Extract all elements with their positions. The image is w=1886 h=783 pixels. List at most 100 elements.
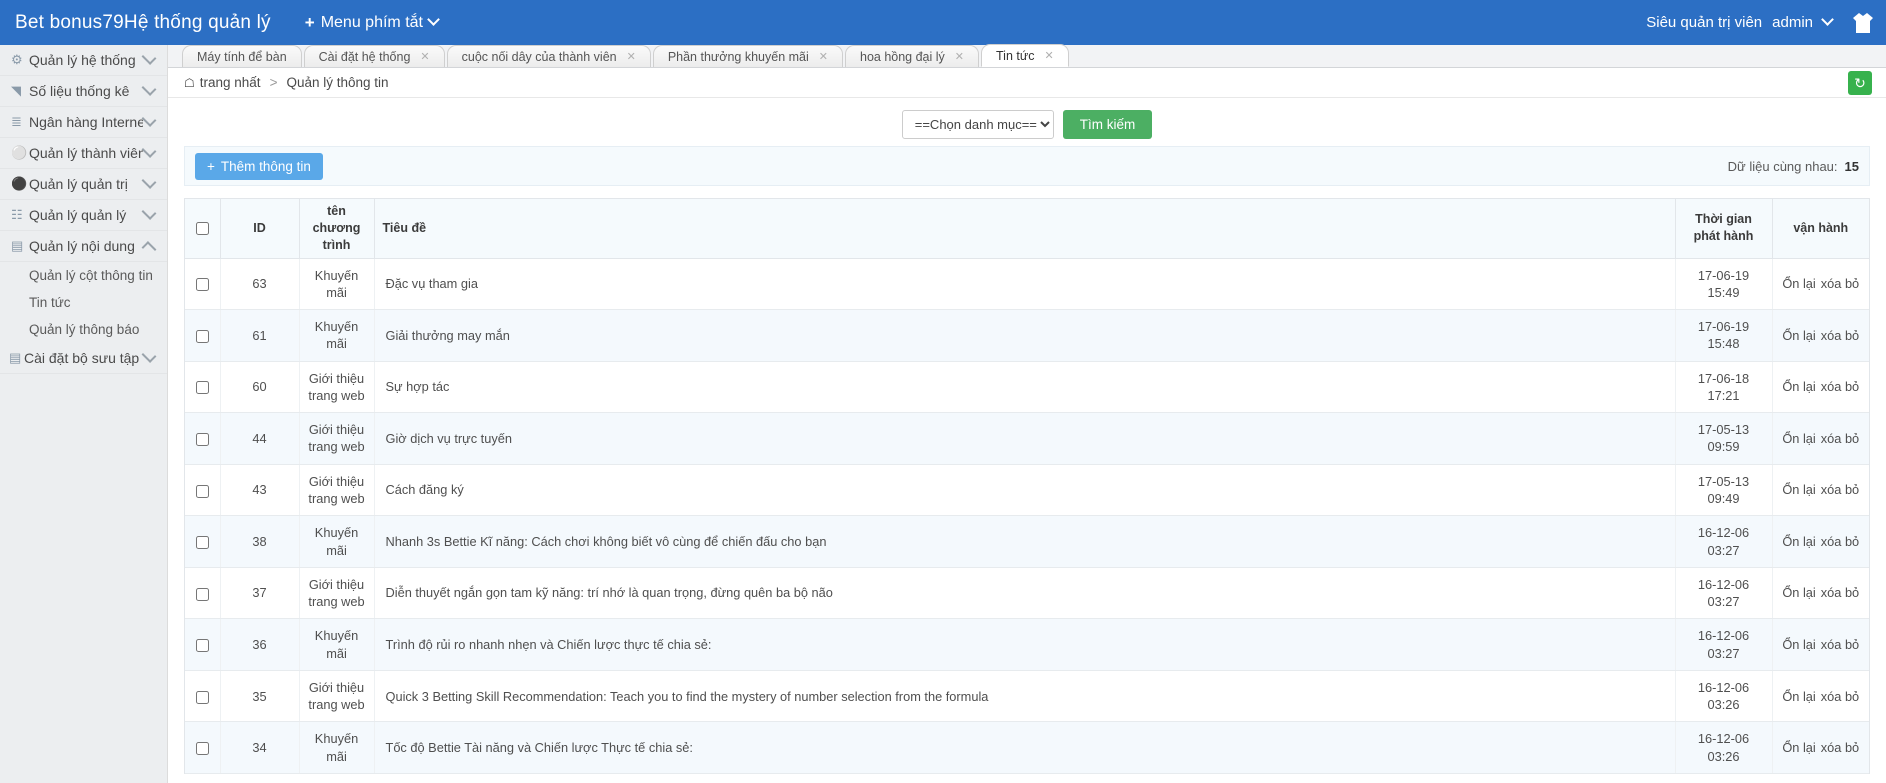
delete-link[interactable]: xóa bỏ xyxy=(1821,534,1859,549)
table-row[interactable]: 63 Khuyến mãi Đặc vụ tham gia 17-06-19 1… xyxy=(185,258,1869,310)
row-checkbox[interactable] xyxy=(196,433,209,446)
tab-tin-tuc[interactable]: Tin tức ✕ xyxy=(981,44,1069,67)
news-table: ID tên chương trình Tiêu đề Thời gian ph… xyxy=(185,199,1869,774)
row-title: Trình độ rủi ro nhanh nhẹn và Chiến lược… xyxy=(374,619,1675,671)
row-checkbox[interactable] xyxy=(196,536,209,549)
delete-link[interactable]: xóa bỏ xyxy=(1821,482,1859,497)
refresh-button[interactable]: ↻ xyxy=(1848,71,1872,95)
close-icon[interactable]: ✕ xyxy=(1044,49,1053,62)
row-time: 16-12-06 03:26 xyxy=(1675,722,1772,774)
delete-link[interactable]: xóa bỏ xyxy=(1821,328,1859,343)
row-program: Giới thiệu trang web xyxy=(299,413,374,465)
shortcut-menu-button[interactable]: + Menu phím tắt xyxy=(305,13,438,33)
row-checkbox[interactable] xyxy=(196,381,209,394)
enable-link[interactable]: Ổn lại xyxy=(1782,585,1815,600)
delete-link[interactable]: xóa bỏ xyxy=(1821,276,1859,291)
sidebar-item-noi-dung[interactable]: ▤ Quản lý nội dung xyxy=(0,231,167,262)
tab-phan-thuong-khuyen-mai[interactable]: Phần thưởng khuyến mãi ✕ xyxy=(653,45,843,67)
row-checkbox[interactable] xyxy=(196,639,209,652)
close-icon[interactable]: ✕ xyxy=(819,50,828,63)
enable-link[interactable]: Ổn lại xyxy=(1782,276,1815,291)
shirt-icon[interactable] xyxy=(1850,12,1876,34)
delete-link[interactable]: xóa bỏ xyxy=(1821,585,1859,600)
tab-label: Tin tức xyxy=(996,49,1034,63)
table-row[interactable]: 37 Giới thiệu trang web Diễn thuyết ngắn… xyxy=(185,567,1869,619)
chevron-down-icon xyxy=(142,205,157,220)
category-select[interactable]: ==Chọn danh mục== xyxy=(902,110,1054,139)
add-info-button[interactable]: + Thêm thông tin xyxy=(195,153,323,180)
close-icon[interactable]: ✕ xyxy=(955,50,964,63)
row-title: Tốc độ Bettie Tài năng và Chiến lược Thự… xyxy=(374,722,1675,774)
app-brand-title: Bet bonus79Hệ thống quản lý xyxy=(15,12,271,34)
enable-link[interactable]: Ổn lại xyxy=(1782,328,1815,343)
enable-link[interactable]: Ổn lại xyxy=(1782,637,1815,652)
row-id: 63 xyxy=(220,258,299,310)
row-title: Giải thưởng may mắn xyxy=(374,310,1675,362)
row-title: Giờ dịch vụ trực tuyến xyxy=(374,413,1675,465)
enable-link[interactable]: Ổn lại xyxy=(1782,740,1815,755)
sidebar-item-quan-tri[interactable]: ⚫ Quản lý quản trị xyxy=(0,169,167,200)
row-id: 35 xyxy=(220,670,299,722)
table-row[interactable]: 38 Khuyến mãi Nhanh 3s Bettie Kĩ năng: C… xyxy=(185,516,1869,568)
header-id[interactable]: ID xyxy=(220,199,299,258)
sidebar-item-thong-ke[interactable]: ◥ Số liệu thống kê xyxy=(0,76,167,107)
header-program[interactable]: tên chương trình xyxy=(299,199,374,258)
header-title[interactable]: Tiêu đề xyxy=(374,199,1675,258)
row-checkbox[interactable] xyxy=(196,278,209,291)
row-ops: Ổn lại xóa bỏ xyxy=(1772,310,1869,362)
close-icon[interactable]: ✕ xyxy=(627,50,636,63)
enable-link[interactable]: Ổn lại xyxy=(1782,482,1815,497)
enable-link[interactable]: Ổn lại xyxy=(1782,431,1815,446)
row-ops: Ổn lại xóa bỏ xyxy=(1772,567,1869,619)
enable-link[interactable]: Ổn lại xyxy=(1782,534,1815,549)
delete-link[interactable]: xóa bỏ xyxy=(1821,431,1859,446)
sidebar-subitem-tin-tuc[interactable]: Tin tức xyxy=(0,289,167,316)
row-ops: Ổn lại xóa bỏ xyxy=(1772,464,1869,516)
close-icon[interactable]: ✕ xyxy=(420,50,429,63)
table-row[interactable]: 36 Khuyến mãi Trình độ rủi ro nhanh nhẹn… xyxy=(185,619,1869,671)
table-row[interactable]: 35 Giới thiệu trang web Quick 3 Betting … xyxy=(185,670,1869,722)
row-checkbox[interactable] xyxy=(196,485,209,498)
sidebar-item-thanh-vien[interactable]: ⚪ Quản lý thành viên xyxy=(0,138,167,169)
header-time[interactable]: Thời gian phát hành xyxy=(1675,199,1772,258)
sidebar-item-quan-ly[interactable]: ☷ Quản lý quản lý xyxy=(0,200,167,231)
tab-cai-dat-he-thong[interactable]: Cài đặt hệ thống ✕ xyxy=(304,45,445,67)
sidebar-subitem-cot-thong-tin[interactable]: Quản lý cột thông tin xyxy=(0,262,167,289)
row-checkbox[interactable] xyxy=(196,588,209,601)
table-row[interactable]: 34 Khuyến mãi Tốc độ Bettie Tài năng và … xyxy=(185,722,1869,774)
tab-may-tinh-de-ban[interactable]: Máy tính để bàn xyxy=(182,45,302,67)
table-row[interactable]: 60 Giới thiệu trang web Sự hợp tác 17-06… xyxy=(185,361,1869,413)
row-time: 16-12-06 03:27 xyxy=(1675,567,1772,619)
chevron-down-icon[interactable] xyxy=(1821,13,1834,26)
delete-link[interactable]: xóa bỏ xyxy=(1821,689,1859,704)
row-title: Quick 3 Betting Skill Recommendation: Te… xyxy=(374,670,1675,722)
breadcrumb-home-link[interactable]: trang nhất xyxy=(200,75,261,90)
search-button[interactable]: Tìm kiếm xyxy=(1063,110,1153,139)
select-all-checkbox[interactable] xyxy=(196,222,209,235)
row-checkbox[interactable] xyxy=(196,691,209,704)
sidebar-item-he-thong[interactable]: ⚙ Quản lý hệ thống xyxy=(0,45,167,76)
row-checkbox[interactable] xyxy=(196,330,209,343)
tab-label: Cài đặt hệ thống xyxy=(319,50,411,64)
delete-link[interactable]: xóa bỏ xyxy=(1821,379,1859,394)
table-row[interactable]: 61 Khuyến mãi Giải thưởng may mắn 17-06-… xyxy=(185,310,1869,362)
tab-hoa-hong-dai-ly[interactable]: hoa hồng đại lý ✕ xyxy=(845,45,979,67)
row-program: Khuyến mãi xyxy=(299,258,374,310)
row-checkbox[interactable] xyxy=(196,742,209,755)
enable-link[interactable]: Ổn lại xyxy=(1782,689,1815,704)
filter-bar: ==Chọn danh mục== Tìm kiếm xyxy=(168,98,1886,146)
sidebar-item-ngan-hang[interactable]: ≣ Ngân hàng Internet xyxy=(0,107,167,138)
gear-icon: ⚙ xyxy=(11,52,29,68)
table-row[interactable]: 43 Giới thiệu trang web Cách đăng ký 17-… xyxy=(185,464,1869,516)
users-icon: ⚪ xyxy=(11,145,29,161)
enable-link[interactable]: Ổn lại xyxy=(1782,379,1815,394)
row-id: 36 xyxy=(220,619,299,671)
sidebar-subitem-thong-bao[interactable]: Quản lý thông báo xyxy=(0,316,167,343)
news-table-wrapper: ID tên chương trình Tiêu đề Thời gian ph… xyxy=(184,198,1870,774)
table-row[interactable]: 44 Giới thiệu trang web Giờ dịch vụ trực… xyxy=(185,413,1869,465)
sidebar-item-bo-suu-tap[interactable]: ▤ Cài đặt bộ sưu tập xyxy=(0,343,167,374)
delete-link[interactable]: xóa bỏ xyxy=(1821,740,1859,755)
delete-link[interactable]: xóa bỏ xyxy=(1821,637,1859,652)
tab-cuoc-noi-day-thanh-vien[interactable]: cuộc nối dây của thành viên ✕ xyxy=(447,45,651,67)
row-select-cell xyxy=(185,413,220,465)
